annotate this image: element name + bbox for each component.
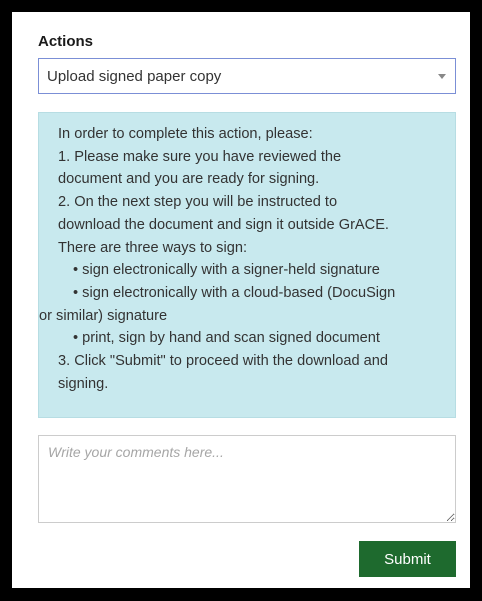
instruction-bullet: • sign electronically with a signer-held… <box>73 262 380 279</box>
instruction-line: There are three ways to sign: <box>58 239 247 256</box>
instruction-bullet: • print, sign by hand and scan signed do… <box>73 330 380 347</box>
instruction-line: document and you are ready for signing. <box>58 171 320 188</box>
instruction-line: In order to complete this action, please… <box>58 126 313 142</box>
instruction-line: 2. On the next step you will be instruct… <box>58 194 338 211</box>
instruction-line: download the document and sign it outsid… <box>58 216 389 233</box>
submit-button[interactable]: Submit <box>359 541 456 577</box>
actions-select[interactable]: Upload signed paper copy <box>38 58 456 94</box>
instruction-line: signing. <box>58 375 109 392</box>
chevron-down-icon[interactable] <box>438 74 446 79</box>
instruction-line: or similar) signature <box>39 307 168 324</box>
actions-label: Actions <box>38 33 94 50</box>
actions-select-value: Upload signed paper copy <box>47 68 222 85</box>
instruction-line: 3. Click "Submit" to proceed with the do… <box>58 353 388 370</box>
instruction-line: 1. Please make sure you have reviewed th… <box>58 148 342 165</box>
instruction-bullet: • sign electronically with a cloud-based… <box>73 284 396 301</box>
comments-input[interactable] <box>38 435 456 523</box>
actions-panel: Actions Upload signed paper copy In orde… <box>0 0 482 601</box>
instructions-box: In order to complete this action, please… <box>38 112 456 418</box>
